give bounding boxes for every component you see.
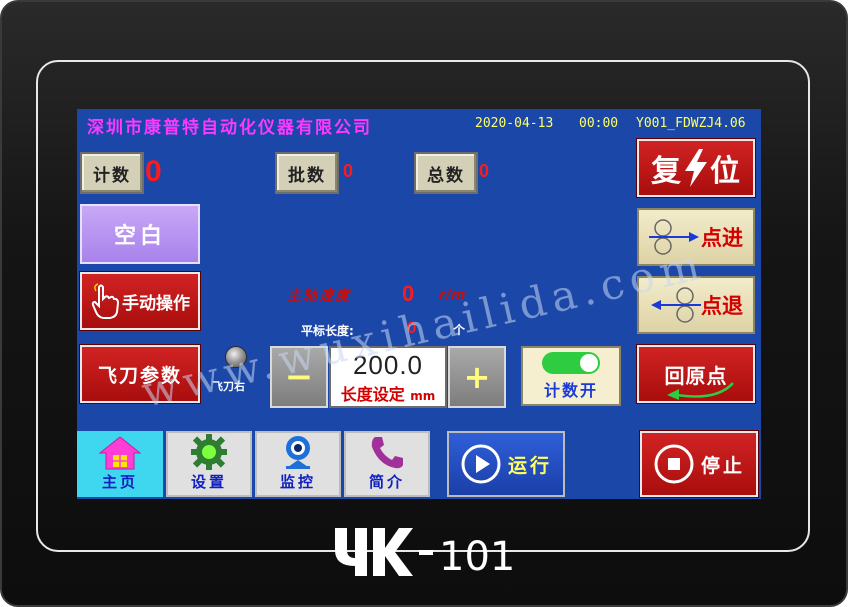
roller-forward-icon xyxy=(649,219,699,255)
header-version: Y001_FDWZJ4.06 xyxy=(636,116,746,131)
nav-home[interactable]: 主页 xyxy=(77,431,163,497)
nav-monitor-label: 监控 xyxy=(279,473,316,491)
nav-settings[interactable]: 设置 xyxy=(166,431,252,497)
blank-button[interactable]: 空白 xyxy=(80,204,200,264)
fly-knife-side-label: 飞刀右 xyxy=(212,380,245,393)
mark-length-label: 平标长度: xyxy=(301,324,354,338)
house-icon xyxy=(98,436,142,470)
manual-operation-label: 手动操作 xyxy=(122,293,190,314)
count-value: 0 xyxy=(145,155,162,188)
count-toggle-button[interactable]: 计数开 xyxy=(521,346,621,406)
fly-knife-indicator-lamp xyxy=(225,346,247,368)
nav-intro-label: 简介 xyxy=(368,473,405,491)
roller-backward-icon xyxy=(651,287,701,323)
stop-icon xyxy=(654,444,694,484)
brand-model-text: 101 xyxy=(439,534,515,580)
header-date: 2020-04-13 xyxy=(475,116,554,131)
jog-forward-button[interactable]: 点进 xyxy=(637,208,755,266)
length-setting-caption: 长度设定 mm xyxy=(331,381,445,405)
reset-label-right: 位 xyxy=(710,154,741,189)
length-setting-label: 长度设定 xyxy=(340,385,405,404)
return-home-button[interactable]: 回原点 xyxy=(637,345,755,403)
spindle-speed-value: 0 xyxy=(402,281,415,306)
jog-forward-label: 点进 xyxy=(701,226,743,250)
company-name: 深圳市康普特自动化仪器有限公司 xyxy=(87,118,372,138)
brand-logo: 101 xyxy=(0,520,848,580)
reset-label-left: 复 xyxy=(651,154,682,189)
mark-length-value: 0 xyxy=(407,318,417,337)
play-icon xyxy=(461,444,501,484)
fly-knife-params-button[interactable]: 飞刀参数 xyxy=(80,345,200,403)
total-value: 0 xyxy=(479,161,490,181)
nav-settings-label: 设置 xyxy=(190,473,227,491)
hand-pointer-icon xyxy=(91,283,120,319)
nav-home-label: 主页 xyxy=(101,473,138,491)
length-setting-box[interactable]: 200.0 长度设定 mm xyxy=(329,346,447,408)
reset-button[interactable]: 复 位 xyxy=(637,139,755,197)
header-time: 00:00 xyxy=(579,116,619,131)
mark-length-unit: 个 xyxy=(453,323,466,337)
run-label: 运行 xyxy=(507,454,552,477)
toggle-switch-icon xyxy=(542,351,600,374)
minus-button[interactable]: − xyxy=(270,346,328,408)
run-button[interactable]: 运行 xyxy=(447,431,565,497)
gear-icon xyxy=(191,434,227,470)
manual-operation-button[interactable]: 手动操作 xyxy=(80,272,200,330)
jog-backward-label: 点退 xyxy=(701,294,743,318)
nav-monitor[interactable]: 监控 xyxy=(255,431,341,497)
webcam-icon xyxy=(286,436,310,469)
yk-logo-icon: 101 xyxy=(335,528,515,580)
spindle-speed-unit: r/m xyxy=(439,287,466,303)
stop-label: 停止 xyxy=(700,454,745,477)
phone-icon xyxy=(371,437,403,469)
stop-button[interactable]: 停止 xyxy=(640,431,758,497)
batch-label: 批数 xyxy=(275,152,339,194)
lightning-icon xyxy=(685,149,707,187)
length-setting-value: 200.0 xyxy=(352,350,424,380)
jog-backward-button[interactable]: 点退 xyxy=(637,276,755,334)
nav-intro[interactable]: 简介 xyxy=(344,431,430,497)
length-setting-unit: mm xyxy=(410,389,436,403)
batch-value: 0 xyxy=(343,161,354,181)
return-home-label: 回原点 xyxy=(664,363,728,388)
total-label: 总数 xyxy=(414,152,478,194)
count-label: 计数 xyxy=(80,152,144,194)
count-toggle-label: 计数开 xyxy=(543,380,598,400)
spindle-speed-label: 主轴速度 xyxy=(287,288,351,304)
hmi-screen: 深圳市康普特自动化仪器有限公司 2020-04-13 00:00 Y001_FD… xyxy=(77,109,761,499)
plus-button[interactable]: + xyxy=(448,346,506,408)
